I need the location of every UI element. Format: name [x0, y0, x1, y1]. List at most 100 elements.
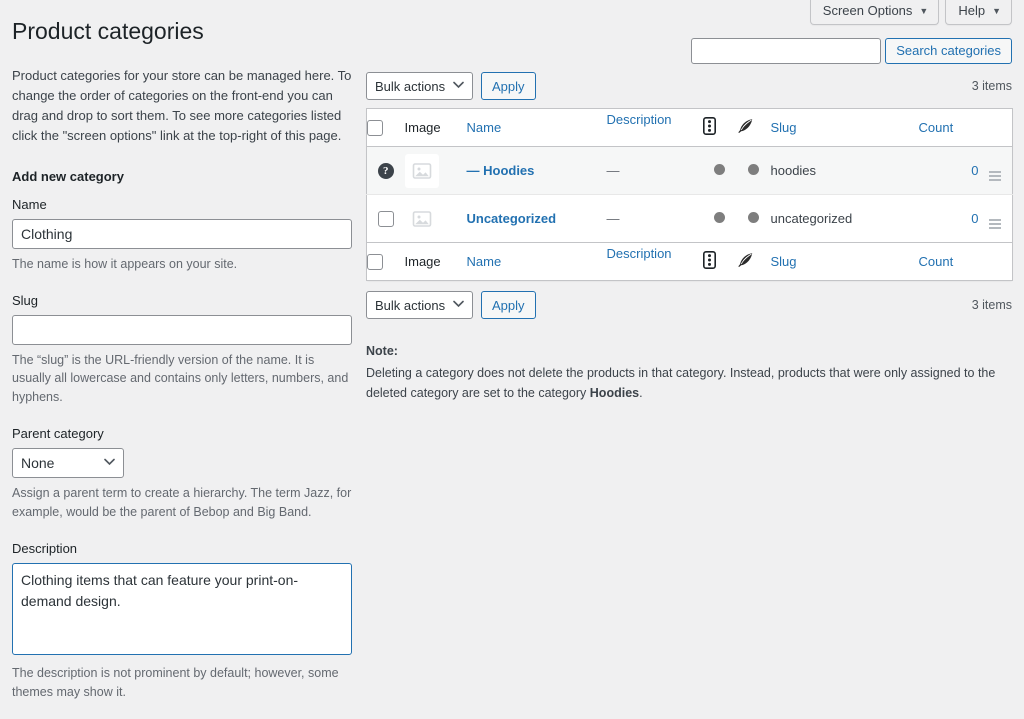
column-header-handle — [978, 108, 1013, 147]
form-heading: Add new category — [12, 168, 124, 184]
table-footer-row: Image Name Description Slug Count — [366, 242, 1013, 281]
row-seo-score-cell — [703, 195, 737, 243]
row-description-cell: — — [607, 195, 703, 243]
categories-list-panel: Bulk actions Apply 3 items Image Name De… — [366, 70, 1013, 403]
row-slug-cell: uncategorized — [770, 211, 853, 226]
row-seo-score-cell — [702, 146, 737, 195]
column-label-description: Description — [606, 112, 672, 127]
row-description-value: — — [606, 163, 620, 178]
category-count-link[interactable]: 0 — [971, 211, 978, 226]
categories-table: Image Name Description Slug Count ? — Ho… — [366, 108, 1013, 281]
parent-category-label: Parent category — [12, 425, 104, 441]
table-foot: Image Name Description Slug Count — [366, 242, 1013, 281]
name-input[interactable] — [12, 218, 352, 249]
column-header-image: Image — [404, 108, 467, 147]
image-placeholder-icon — [404, 153, 439, 188]
table-head: Image Name Description Slug Count — [366, 108, 1013, 147]
select-all-header — [366, 108, 405, 147]
table-row: Uncategorized — uncategorized 0 — [367, 195, 1013, 243]
category-name-link[interactable]: — Hoodies — [467, 163, 535, 178]
search-form: Search categories — [691, 38, 1012, 64]
category-count-link[interactable]: 0 — [971, 163, 978, 178]
tablenav-bottom: Bulk actions Apply 3 items — [366, 289, 1012, 321]
table-header-row: Image Name Description Slug Count — [366, 108, 1013, 147]
column-header-readability[interactable] — [736, 108, 771, 147]
seo-score-icon — [702, 117, 716, 138]
select-all-footer-header — [366, 242, 405, 281]
row-image-cell — [404, 146, 467, 195]
bulk-actions-select-wrap-bottom: Bulk actions — [366, 291, 473, 319]
parent-category-select[interactable]: None — [12, 448, 124, 479]
column-footer-count[interactable]: Count — [918, 242, 979, 281]
parent-category-select-wrap: None — [12, 448, 124, 479]
row-description-cell: — — [606, 146, 703, 195]
chevron-down-icon: ▼ — [992, 5, 1001, 16]
column-label-image: Image — [404, 120, 441, 135]
apply-button-top[interactable]: Apply — [481, 72, 536, 100]
search-input[interactable] — [691, 38, 882, 64]
table-body: ? — Hoodies — hoodies 0 Uncategorized — … — [366, 146, 1013, 243]
slug-label: Slug — [12, 292, 39, 308]
column-label-count: Count — [918, 254, 954, 269]
column-label-image: Image — [404, 254, 441, 269]
column-header-name[interactable]: Name — [466, 108, 607, 147]
screen-options-label: Screen Options — [822, 3, 913, 18]
add-category-panel: Product categories for your store can be… — [12, 66, 352, 719]
row-name-cell: Uncategorized — [467, 195, 607, 243]
column-footer-handle — [978, 242, 1013, 281]
row-description-value: — — [606, 211, 620, 226]
row-selector-cell: ? — [366, 146, 405, 195]
field-description: Description Clothing items that can feat… — [12, 540, 352, 702]
seo-score-dot — [714, 164, 725, 175]
row-count-cell: 0 — [919, 195, 978, 243]
column-footer-slug[interactable]: Slug — [770, 242, 919, 281]
note-highlight-category: Hoodies — [589, 386, 640, 400]
bulk-actions-select-bottom[interactable]: Bulk actions — [366, 291, 473, 319]
screen-options-button[interactable]: Screen Options ▼ — [809, 0, 940, 25]
column-footer-image: Image — [404, 242, 467, 281]
help-button[interactable]: Help ▼ — [945, 0, 1012, 25]
apply-button-bottom[interactable]: Apply — [481, 291, 536, 319]
tablenav-top: Bulk actions Apply 3 items — [366, 70, 1012, 102]
readability-feather-icon — [737, 118, 754, 138]
readability-score-dot — [748, 164, 759, 175]
column-header-slug[interactable]: Slug — [770, 108, 919, 147]
row-image-cell — [405, 195, 467, 243]
slug-input[interactable] — [12, 314, 352, 345]
column-header-count[interactable]: Count — [918, 108, 979, 147]
help-label: Help — [958, 3, 986, 18]
intro-text: Product categories for your store can be… — [12, 68, 352, 144]
drag-handle-icon[interactable] — [989, 218, 1002, 229]
row-slug-cell: hoodies — [770, 146, 919, 195]
search-categories-button[interactable]: Search categories — [885, 38, 1012, 64]
note-line-2-post: . — [639, 386, 643, 400]
category-name-link[interactable]: Uncategorized — [467, 211, 557, 226]
help-question-icon[interactable]: ? — [377, 163, 394, 179]
bulk-actions-select-top[interactable]: Bulk actions — [366, 72, 473, 100]
column-label-slug: Slug — [770, 120, 797, 135]
page-title: Product categories — [12, 18, 204, 44]
select-all-checkbox[interactable] — [367, 119, 383, 136]
column-label-slug: Slug — [770, 254, 797, 269]
note-line-2-pre: category are set to the category — [410, 386, 590, 400]
select-all-checkbox-footer[interactable] — [367, 253, 383, 270]
column-header-description[interactable]: Description — [606, 108, 703, 147]
column-footer-readability[interactable] — [736, 242, 771, 281]
parent-category-help-text: Assign a parent term to create a hierarc… — [12, 486, 352, 519]
note-label: Note: — [366, 344, 398, 358]
column-footer-seo-score[interactable] — [702, 242, 737, 281]
column-footer-description[interactable]: Description — [606, 242, 703, 281]
column-label-count: Count — [918, 120, 954, 135]
column-footer-name[interactable]: Name — [466, 242, 607, 281]
drag-handle-icon[interactable] — [989, 170, 1002, 181]
row-name-cell: — Hoodies — [466, 146, 607, 195]
row-readability-cell — [737, 195, 771, 243]
bulk-actions-select-wrap-top: Bulk actions — [366, 72, 473, 100]
column-label-name: Name — [466, 254, 502, 269]
description-textarea[interactable]: Clothing items that can feature your pri… — [12, 562, 352, 655]
readability-feather-icon — [737, 252, 754, 272]
image-placeholder-icon — [405, 202, 439, 236]
row-checkbox[interactable] — [377, 210, 394, 227]
readability-score-dot — [748, 212, 759, 223]
column-header-seo-score[interactable] — [702, 108, 737, 147]
